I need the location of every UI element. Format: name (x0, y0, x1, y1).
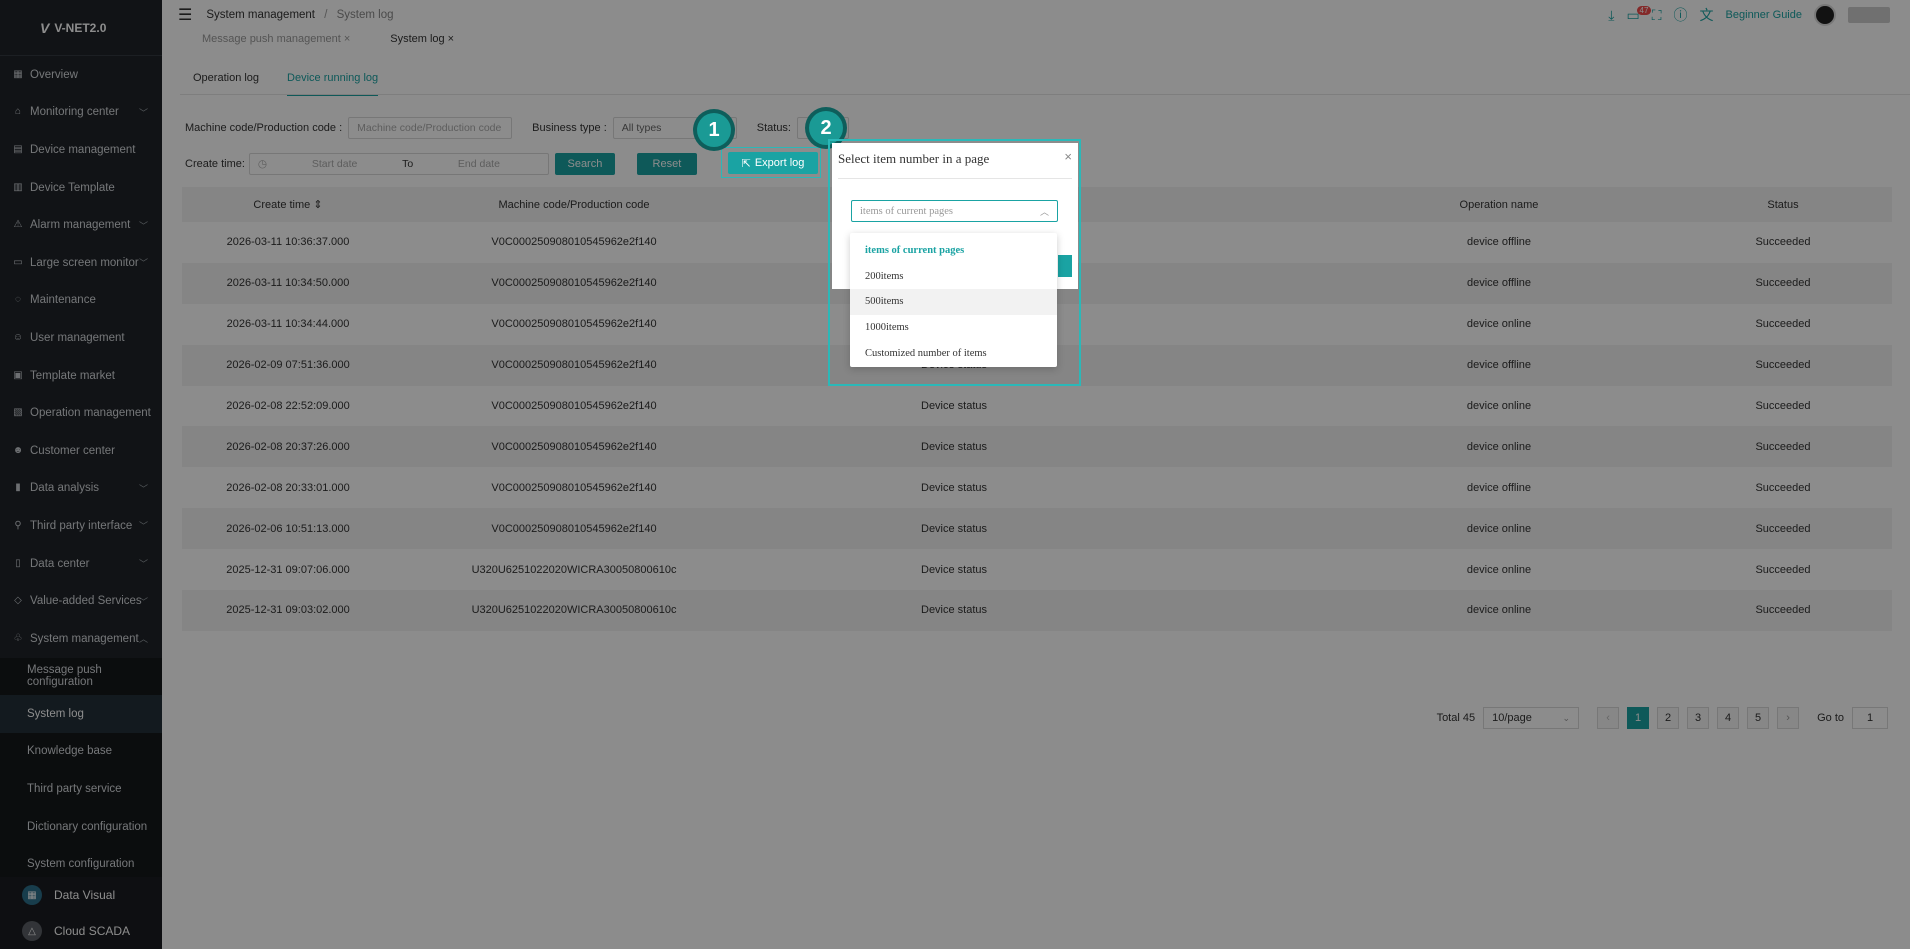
select-value: items of current pages (860, 205, 954, 217)
dialog-divider (838, 178, 1072, 179)
export-log-button[interactable]: ⇱ Export log (728, 152, 818, 174)
dropdown-option[interactable]: Customized number of items (850, 340, 1057, 366)
dropdown-option[interactable]: items of current pages (850, 238, 1057, 264)
guide-marker-1: 1 (697, 113, 731, 147)
export-highlight: ⇱ Export log (721, 147, 821, 178)
items-dropdown: items of current pages 200items 500items 10… (850, 233, 1057, 367)
confirm-button[interactable] (1058, 255, 1072, 277)
chevron-up-icon: ︿ (1039, 206, 1049, 217)
close-icon[interactable]: × (1064, 149, 1072, 164)
dialog-title: Select item number in a page (838, 151, 990, 166)
dropdown-option[interactable]: 1000items (850, 315, 1057, 341)
export-icon: ⇱ (741, 157, 751, 170)
dropdown-option[interactable]: 200items (850, 264, 1057, 290)
dropdown-option[interactable]: 500items (850, 289, 1057, 315)
items-per-page-select[interactable]: items of current pages ︿ (851, 200, 1058, 222)
